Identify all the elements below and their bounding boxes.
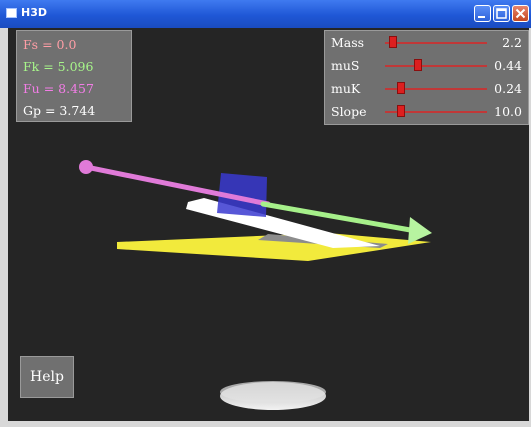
viewport-3d[interactable]: Fs = 0.0 Fk = 5.096 Fu = 8.457 Gp = 3.74… xyxy=(8,28,529,421)
app-icon xyxy=(6,8,17,18)
param-label: Mass xyxy=(331,35,365,50)
force-fs: Fs = 0.0 xyxy=(23,37,77,52)
forces-readout-panel: Fs = 0.0 Fk = 5.096 Fu = 8.457 Gp = 3.74… xyxy=(16,30,132,122)
param-row-slope: Slope 10.0 xyxy=(325,101,529,123)
mus-slider-track[interactable] xyxy=(385,65,487,67)
mus-slider-thumb[interactable] xyxy=(413,59,422,71)
param-label: muS xyxy=(331,58,360,73)
window-title: H3D xyxy=(21,6,47,19)
close-icon xyxy=(515,8,526,19)
force-fk: Fk = 5.096 xyxy=(23,59,94,74)
param-row-muk: muK 0.24 xyxy=(325,78,529,100)
pull-handle xyxy=(79,160,93,174)
parameters-panel: Mass 2.2 muS 0.44 muK 0.24 Slope 10.0 xyxy=(324,30,529,125)
param-value: 10.0 xyxy=(494,104,522,119)
maximize-icon xyxy=(496,8,507,19)
param-label: muK xyxy=(331,81,361,96)
maximize-button[interactable] xyxy=(493,5,510,22)
mass-slider-track[interactable] xyxy=(385,42,487,44)
app-window: H3D Fs = 0.0 Fk = 5.096 Fu = 8.457 Gp = … xyxy=(0,0,531,427)
param-row-mass: Mass 2.2 xyxy=(325,32,529,54)
minimize-icon xyxy=(478,16,485,18)
param-row-mus: muS 0.44 xyxy=(325,55,529,77)
help-button[interactable]: Help xyxy=(20,356,74,398)
title-bar[interactable]: H3D xyxy=(0,0,531,28)
close-button[interactable] xyxy=(512,5,529,22)
slope-slider-thumb[interactable] xyxy=(397,105,406,117)
param-label: Slope xyxy=(331,104,367,119)
force-fu: Fu = 8.457 xyxy=(23,81,94,96)
friction-arrow-head xyxy=(408,217,432,244)
muk-slider-thumb[interactable] xyxy=(397,82,406,94)
minimize-button[interactable] xyxy=(474,5,491,22)
mass-slider-thumb[interactable] xyxy=(389,36,398,48)
param-value: 0.44 xyxy=(494,58,522,73)
param-value: 0.24 xyxy=(494,81,522,96)
param-value: 2.2 xyxy=(502,35,522,50)
force-gp: Gp = 3.744 xyxy=(23,103,96,118)
